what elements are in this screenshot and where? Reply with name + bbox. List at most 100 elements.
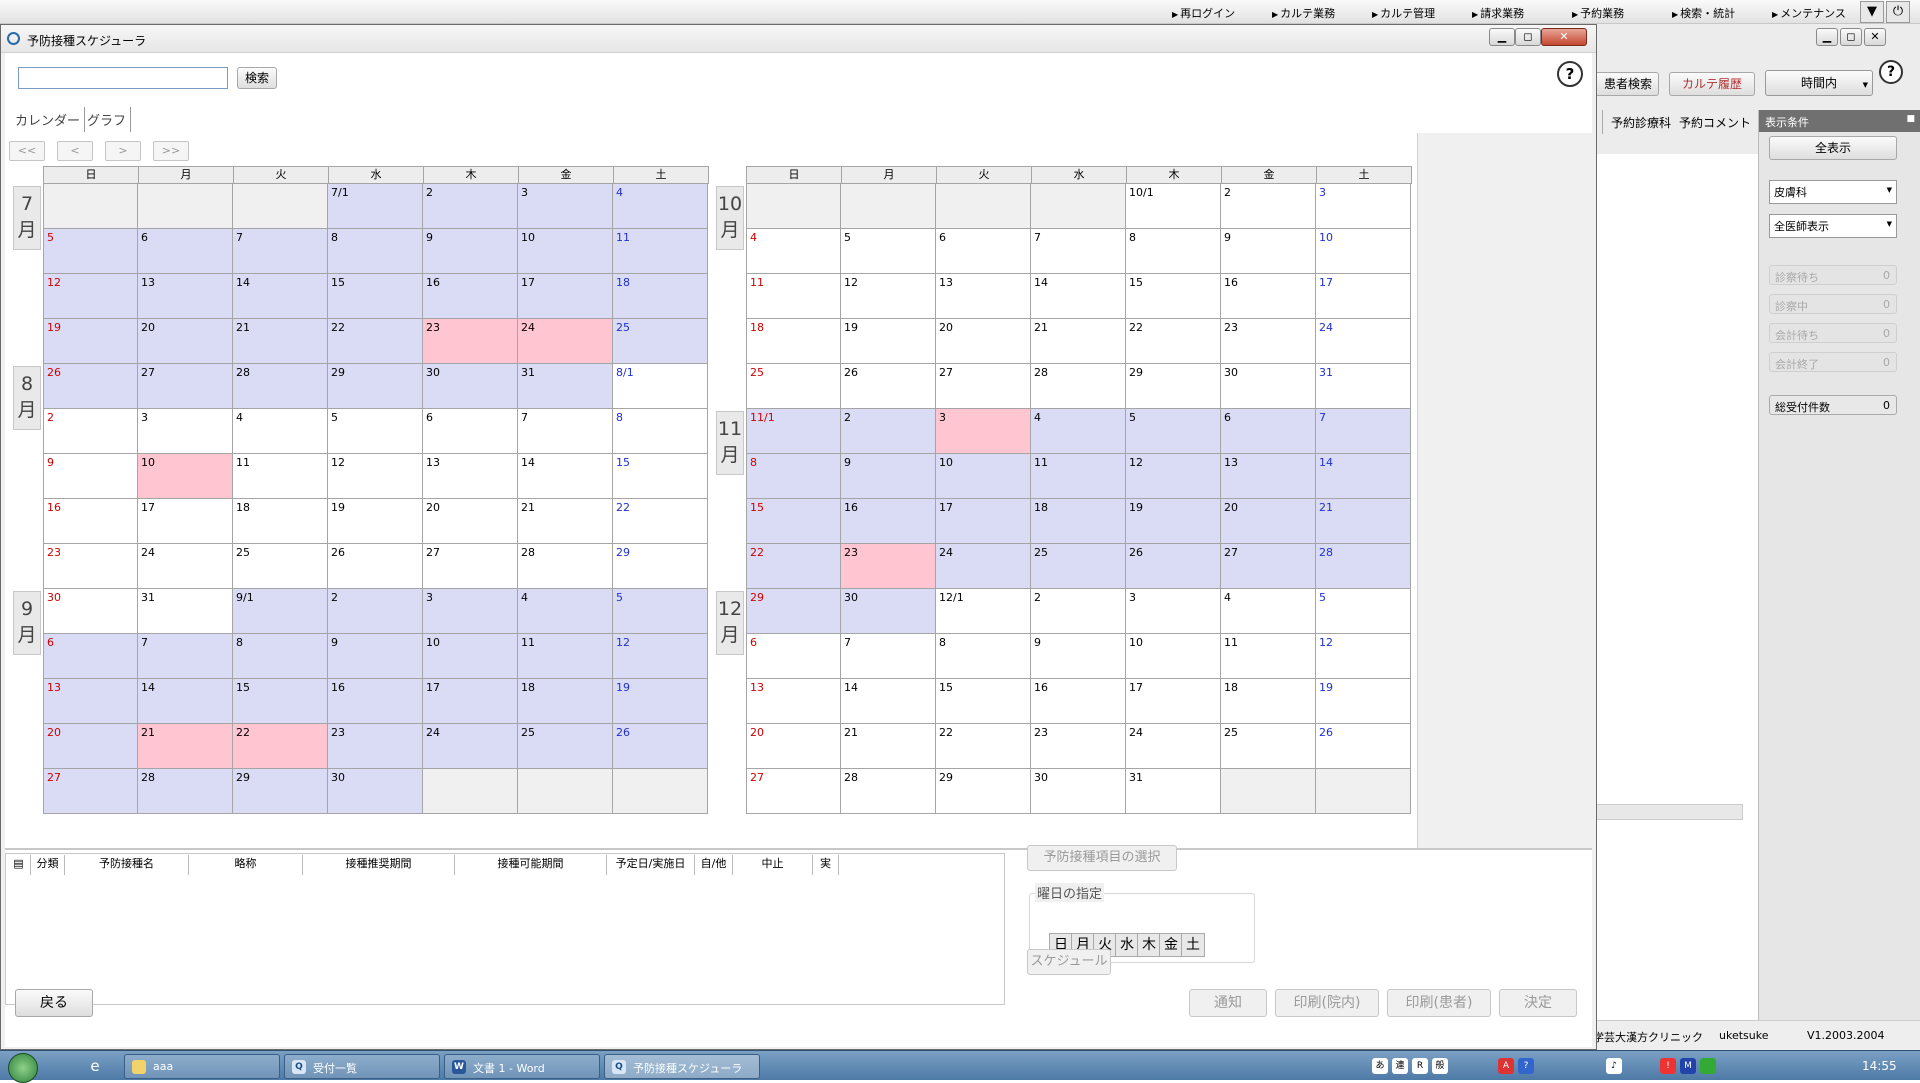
ime-hiragana-icon[interactable]: あ <box>1372 1058 1388 1074</box>
right-day-cell[interactable]: 14 <box>841 679 936 724</box>
left-day-cell[interactable]: 14 <box>233 274 328 319</box>
left-day-cell[interactable]: 29 <box>328 364 423 409</box>
left-day-cell[interactable]: 19 <box>328 499 423 544</box>
left-day-cell[interactable]: 13 <box>138 274 233 319</box>
left-day-cell[interactable]: 10 <box>138 454 233 499</box>
left-day-cell[interactable]: 16 <box>328 679 423 724</box>
ie-icon[interactable]: e <box>86 1057 104 1075</box>
ime-ren-icon[interactable]: 連 <box>1392 1058 1408 1074</box>
karte-history-button[interactable]: カルテ履歴 <box>1669 72 1755 96</box>
right-day-cell[interactable]: 6 <box>936 229 1031 274</box>
print-internal-button[interactable]: 印刷(院内) <box>1275 989 1379 1017</box>
pin-icon[interactable]: ■ <box>1906 114 1915 124</box>
right-day-cell[interactable]: 20 <box>746 724 841 769</box>
menu-relogin[interactable]: ▶ 再ログイン <box>1172 5 1235 21</box>
left-day-cell[interactable]: 27 <box>43 769 138 814</box>
left-day-cell[interactable]: 16 <box>423 274 518 319</box>
right-day-cell[interactable]: 21 <box>1031 319 1126 364</box>
right-day-cell[interactable]: 3 <box>936 409 1031 454</box>
right-day-cell[interactable]: 23 <box>841 544 936 589</box>
left-day-cell[interactable]: 2 <box>328 589 423 634</box>
menu-search-stats[interactable]: ▶ 検索・統計 <box>1672 5 1735 21</box>
right-day-cell[interactable]: 29 <box>936 769 1031 814</box>
right-day-cell[interactable]: 23 <box>1031 724 1126 769</box>
right-day-cell[interactable]: 15 <box>1126 274 1221 319</box>
right-day-cell[interactable]: 20 <box>1221 499 1316 544</box>
left-day-cell[interactable]: 10 <box>518 229 613 274</box>
right-day-cell[interactable]: 16 <box>1031 679 1126 724</box>
right-day-cell[interactable]: 10/1 <box>1126 184 1221 229</box>
right-day-cell[interactable]: 11 <box>1031 454 1126 499</box>
left-day-cell[interactable]: 19 <box>613 679 708 724</box>
task-aaa[interactable]: aaa <box>124 1054 280 1079</box>
right-day-cell[interactable]: 4 <box>1031 409 1126 454</box>
left-day-cell[interactable]: 18 <box>518 679 613 724</box>
left-day-cell[interactable]: 17 <box>518 274 613 319</box>
left-day-cell[interactable]: 25 <box>518 724 613 769</box>
right-day-cell[interactable]: 16 <box>1221 274 1316 319</box>
alert-icon[interactable]: ! <box>1660 1058 1676 1074</box>
left-day-cell[interactable]: 3 <box>423 589 518 634</box>
right-day-cell[interactable]: 26 <box>1126 544 1221 589</box>
right-day-cell[interactable]: 15 <box>936 679 1031 724</box>
nav-last-button[interactable]: >> <box>153 141 189 161</box>
right-day-cell[interactable]: 2 <box>1221 184 1316 229</box>
task-reception-list[interactable]: Q 受付一覧 <box>284 1054 440 1079</box>
left-day-cell[interactable]: 22 <box>328 319 423 364</box>
right-day-cell[interactable]: 5 <box>841 229 936 274</box>
right-day-cell[interactable]: 10 <box>1316 229 1411 274</box>
right-day-cell[interactable]: 30 <box>1221 364 1316 409</box>
right-day-cell[interactable]: 12 <box>1126 454 1221 499</box>
left-day-cell[interactable]: 17 <box>138 499 233 544</box>
right-day-cell[interactable]: 19 <box>1316 679 1411 724</box>
m-icon[interactable]: M <box>1680 1058 1696 1074</box>
right-day-cell[interactable]: 19 <box>841 319 936 364</box>
left-day-cell[interactable]: 10 <box>423 634 518 679</box>
right-day-cell[interactable]: 31 <box>1316 364 1411 409</box>
left-day-cell[interactable]: 4 <box>613 184 708 229</box>
left-day-cell[interactable]: 2 <box>43 409 138 454</box>
decide-button[interactable]: 決定 <box>1499 989 1577 1017</box>
left-day-cell[interactable]: 8 <box>233 634 328 679</box>
right-day-cell[interactable]: 25 <box>746 364 841 409</box>
right-day-cell[interactable]: 26 <box>1316 724 1411 769</box>
right-day-cell[interactable]: 11 <box>1221 634 1316 679</box>
ime-r-icon[interactable]: R <box>1412 1058 1428 1074</box>
right-day-cell[interactable]: 17 <box>1126 679 1221 724</box>
left-day-cell[interactable]: 5 <box>43 229 138 274</box>
weekday-toggle-button[interactable]: 土 <box>1181 933 1205 957</box>
right-day-cell[interactable]: 13 <box>1221 454 1316 499</box>
left-day-cell[interactable]: 2 <box>423 184 518 229</box>
left-day-cell[interactable]: 18 <box>233 499 328 544</box>
left-day-cell[interactable]: 25 <box>233 544 328 589</box>
right-day-cell[interactable]: 9 <box>841 454 936 499</box>
left-day-cell[interactable]: 31 <box>138 589 233 634</box>
left-day-cell[interactable]: 21 <box>233 319 328 364</box>
print-patient-button[interactable]: 印刷(患者) <box>1387 989 1491 1017</box>
left-day-cell[interactable]: 25 <box>613 319 708 364</box>
right-day-cell[interactable]: 22 <box>746 544 841 589</box>
right-day-cell[interactable]: 12 <box>841 274 936 319</box>
left-day-cell[interactable]: 28 <box>518 544 613 589</box>
left-day-cell[interactable]: 5 <box>613 589 708 634</box>
left-day-cell[interactable]: 18 <box>613 274 708 319</box>
tab-calendar[interactable]: カレンダー <box>11 107 86 132</box>
acrobat-icon[interactable]: A <box>1498 1058 1514 1074</box>
left-day-cell[interactable]: 27 <box>138 364 233 409</box>
menu-karte-manage[interactable]: ▶ カルテ管理 <box>1372 5 1435 21</box>
left-day-cell[interactable]: 20 <box>423 499 518 544</box>
left-day-cell[interactable]: 30 <box>423 364 518 409</box>
weekday-toggle-button[interactable]: 金 <box>1159 933 1183 957</box>
left-day-cell[interactable]: 14 <box>518 454 613 499</box>
right-day-cell[interactable]: 3 <box>1126 589 1221 634</box>
right-day-cell[interactable]: 28 <box>1316 544 1411 589</box>
right-day-cell[interactable]: 4 <box>746 229 841 274</box>
left-day-cell[interactable]: 9 <box>423 229 518 274</box>
notify-button[interactable]: 通知 <box>1189 989 1267 1017</box>
left-day-cell[interactable]: 12 <box>328 454 423 499</box>
left-day-cell[interactable]: 12 <box>613 634 708 679</box>
right-day-cell[interactable]: 8 <box>936 634 1031 679</box>
left-day-cell[interactable]: 5 <box>328 409 423 454</box>
left-day-cell[interactable]: 22 <box>613 499 708 544</box>
right-day-cell[interactable]: 24 <box>936 544 1031 589</box>
